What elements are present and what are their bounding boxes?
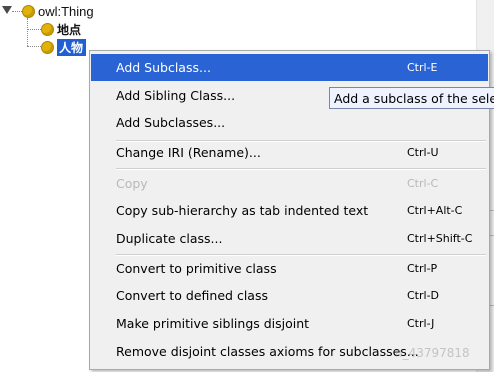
menu-item-label: Copy sub-hierarchy as tab indented text	[116, 203, 369, 218]
menu-item-convert-defined[interactable]: Convert to defined class Ctrl-D	[91, 282, 488, 309]
menu-item-label: Remove disjoint classes axioms for subcl…	[116, 344, 419, 359]
menu-item-copy-sub-hierarchy[interactable]: Copy sub-hierarchy as tab indented text …	[91, 197, 488, 224]
tree-node-root[interactable]: owl:Thing	[0, 2, 94, 20]
tree-connector	[27, 46, 41, 47]
menu-item-label: Duplicate class...	[116, 231, 223, 246]
menu-item-duplicate-class[interactable]: Duplicate class... Ctrl+Shift-C	[91, 225, 488, 252]
tree-connector	[27, 29, 41, 30]
tree-node-place[interactable]: 地点	[41, 20, 81, 38]
menu-item-label: Make primitive siblings disjoint	[116, 316, 310, 331]
menu-item-label: Add Sibling Class...	[116, 88, 236, 103]
menu-item-shortcut: Ctrl+Alt-C	[407, 204, 463, 217]
watermark: n_43797818	[395, 346, 470, 360]
class-icon	[22, 4, 35, 18]
menu-item-convert-primitive[interactable]: Convert to primitive class Ctrl-P	[91, 255, 488, 282]
menu-item-shortcut: Ctrl+Shift-C	[407, 232, 473, 245]
tree-node-label: 地点	[57, 22, 82, 37]
class-icon	[41, 40, 54, 54]
tree-node-label: owl:Thing	[38, 3, 94, 19]
menu-item-copy[interactable]: Copy Ctrl-C	[91, 170, 488, 197]
menu-item-make-siblings-disjoint[interactable]: Make primitive siblings disjoint Ctrl-J	[91, 310, 488, 337]
menu-item-shortcut: Ctrl-P	[407, 262, 438, 275]
tree-node-label: 人物	[57, 38, 87, 56]
tree-connector	[27, 18, 28, 46]
tree-node-person[interactable]: 人物	[41, 38, 87, 56]
tooltip: Add a subclass of the selec	[329, 87, 494, 109]
menu-item-shortcut: Ctrl-U	[407, 146, 439, 159]
tooltip-text: Add a subclass of the selec	[334, 91, 494, 106]
menu-item-label: Add Subclasses...	[116, 115, 226, 130]
menu-item-label: Copy	[116, 176, 148, 191]
class-icon	[41, 22, 54, 36]
menu-item-shortcut: Ctrl-E	[407, 61, 438, 74]
menu-item-label: Change IRI (Rename)...	[116, 145, 261, 160]
expand-toggle-icon[interactable]	[2, 6, 12, 14]
menu-item-add-subclass[interactable]: Add Subclass... Ctrl-E	[91, 54, 488, 81]
menu-item-shortcut: Ctrl-J	[407, 317, 435, 330]
menu-item-add-subclasses[interactable]: Add Subclasses...	[91, 109, 488, 136]
menu-item-change-iri[interactable]: Change IRI (Rename)... Ctrl-U	[91, 139, 488, 166]
menu-item-label: Convert to defined class	[116, 288, 268, 303]
menu-item-shortcut: Ctrl-C	[407, 177, 439, 190]
menu-item-label: Convert to primitive class	[116, 261, 277, 276]
menu-item-shortcut: Ctrl-D	[407, 289, 440, 302]
menu-item-label: Add Subclass...	[116, 60, 211, 75]
